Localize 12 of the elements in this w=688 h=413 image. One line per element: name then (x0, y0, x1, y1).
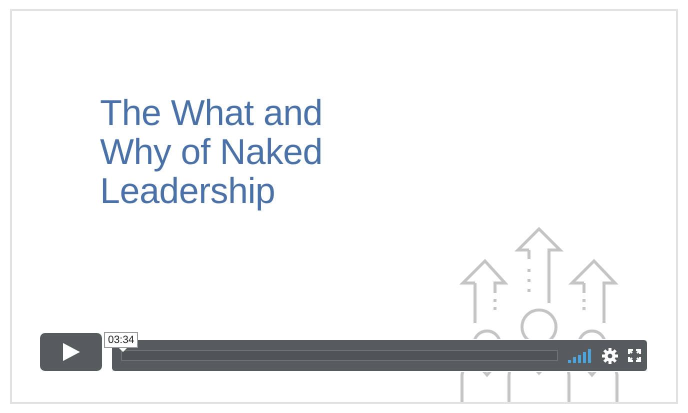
play-button[interactable] (40, 333, 102, 371)
slide-title-line: The What and (100, 93, 323, 132)
settings-button[interactable] (602, 348, 618, 364)
settings-icon (602, 348, 618, 364)
volume-button[interactable] (568, 348, 592, 362)
slide-title-line: Why of Naked (100, 132, 322, 171)
play-icon (61, 342, 81, 362)
fullscreen-icon (628, 349, 641, 362)
slide-title-line: Leadership (100, 171, 276, 210)
fullscreen-button[interactable] (628, 349, 641, 362)
volume-bars-icon (568, 348, 592, 362)
progress-track[interactable] (121, 350, 558, 361)
